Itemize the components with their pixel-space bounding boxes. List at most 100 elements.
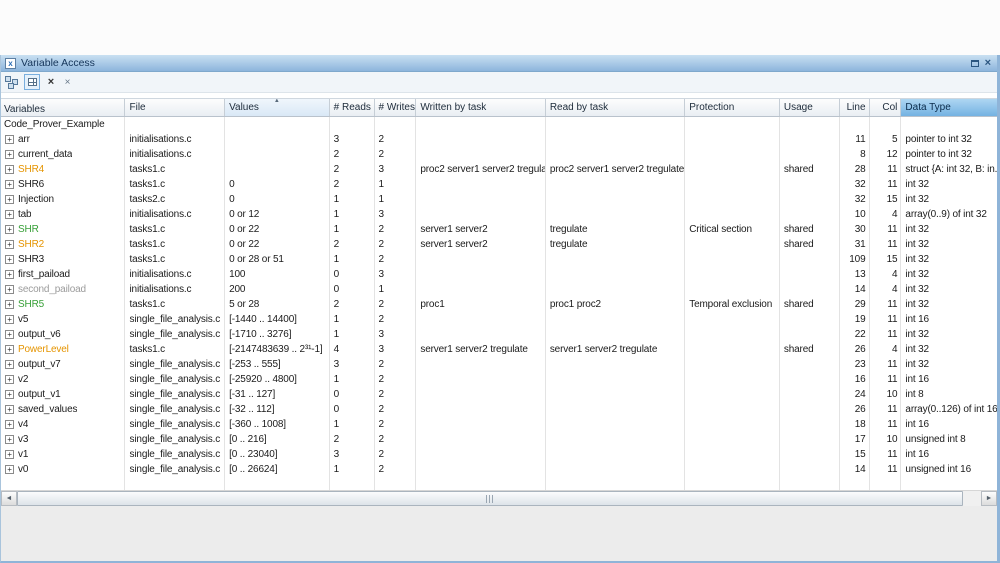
expand-icon[interactable]: + <box>5 225 14 234</box>
column-header-label: # Writes <box>379 102 416 113</box>
cell-data_type: int 32 <box>901 297 997 312</box>
close-window-button[interactable]: × <box>985 58 991 69</box>
expand-icon[interactable]: + <box>5 195 14 204</box>
table-row[interactable]: +SHR2tasks1.c0 or 2222server1 server2tre… <box>1 237 997 252</box>
table-row[interactable]: +SHR6tasks1.c0213211int 32 <box>1 177 997 192</box>
expand-icon[interactable]: + <box>5 465 14 474</box>
table-row[interactable]: +SHR4tasks1.c23proc2 server1 server2 tre… <box>1 162 997 177</box>
table-row[interactable]: +v3single_file_analysis.c[0 .. 216]22171… <box>1 432 997 447</box>
expand-icon[interactable]: + <box>5 420 14 429</box>
variable-name: output_v6 <box>18 327 61 342</box>
table-row[interactable]: +v5single_file_analysis.c[-1440 .. 14400… <box>1 312 997 327</box>
column-header-col[interactable]: Col <box>870 99 902 116</box>
cell-protection <box>685 417 780 432</box>
table-row[interactable]: +first_pailoadinitialisations.c10003134i… <box>1 267 997 282</box>
expand-icon[interactable]: + <box>5 345 14 354</box>
table-row[interactable]: +tabinitialisations.c0 or 1213104array(0… <box>1 207 997 222</box>
cell-file: single_file_analysis.c <box>125 387 225 402</box>
cell-read_by <box>546 327 685 342</box>
expand-icon[interactable]: + <box>5 240 14 249</box>
scrollbar-track[interactable] <box>17 491 981 506</box>
variable-name: output_v1 <box>18 387 61 402</box>
cell-writes: 3 <box>375 207 417 222</box>
cell-values: 0 or 22 <box>225 237 330 252</box>
expand-icon[interactable]: + <box>5 390 14 399</box>
table-row[interactable]: +output_v1single_file_analysis.c[-31 .. … <box>1 387 997 402</box>
expand-icon[interactable]: + <box>5 285 14 294</box>
cell-col: 11 <box>870 372 902 387</box>
expand-icon[interactable]: + <box>5 270 14 279</box>
table-row[interactable]: +SHR5tasks1.c5 or 2822proc1proc1 proc2Te… <box>1 297 997 312</box>
cell-data_type: unsigned int 16 <box>901 462 997 477</box>
table-row[interactable]: +saved_valuessingle_file_analysis.c[-32 … <box>1 402 997 417</box>
expand-icon[interactable]: + <box>5 435 14 444</box>
column-header-data_type[interactable]: Data Type <box>901 99 997 116</box>
expand-icon[interactable]: + <box>5 150 14 159</box>
cell-variables: +current_data <box>1 147 125 162</box>
expand-icon[interactable]: + <box>5 375 14 384</box>
expand-icon[interactable]: + <box>5 360 14 369</box>
scrollbar-thumb[interactable] <box>17 491 963 506</box>
table-row[interactable]: +current_datainitialisations.c22812point… <box>1 147 997 162</box>
cell-file: initialisations.c <box>125 147 225 162</box>
window-titlebar[interactable]: x Variable Access × <box>1 55 997 72</box>
expand-icon[interactable]: + <box>5 255 14 264</box>
expand-icon[interactable]: + <box>5 300 14 309</box>
expand-icon[interactable]: + <box>5 450 14 459</box>
table-row[interactable]: +SHRtasks1.c0 or 2212server1 server2treg… <box>1 222 997 237</box>
column-header-variables[interactable]: Variables <box>1 99 125 116</box>
cell-usage: shared <box>780 342 840 357</box>
table-row[interactable]: +Injectiontasks2.c0113215int 32 <box>1 192 997 207</box>
column-header-protection[interactable]: Protection <box>685 99 780 116</box>
column-header-written_by[interactable]: Written by task <box>416 99 545 116</box>
scroll-left-button[interactable]: ◄ <box>1 491 17 506</box>
table-row[interactable]: +v2single_file_analysis.c[-25920 .. 4800… <box>1 372 997 387</box>
cell-col: 11 <box>870 417 902 432</box>
column-header-label: Usage <box>784 102 813 113</box>
cell-data_type: unsigned int 8 <box>901 432 997 447</box>
expand-icon[interactable]: + <box>5 315 14 324</box>
cell-read_by <box>546 207 685 222</box>
expand-icon[interactable]: + <box>5 180 14 189</box>
expand-icon[interactable]: + <box>5 405 14 414</box>
clear-icon[interactable]: × <box>62 77 73 88</box>
expand-icon[interactable]: + <box>5 135 14 144</box>
table-row[interactable]: +output_v6single_file_analysis.c[-1710 .… <box>1 327 997 342</box>
table-row[interactable]: +SHR3tasks1.c0 or 28 or 511210915int 32 <box>1 252 997 267</box>
float-window-button[interactable] <box>971 60 979 67</box>
expand-icon[interactable]: + <box>5 165 14 174</box>
cell-data_type: int 32 <box>901 327 997 342</box>
scroll-right-button[interactable]: ► <box>981 491 997 506</box>
column-header-line[interactable]: Line <box>840 99 870 116</box>
table-row[interactable]: Code_Prover_Example <box>1 117 997 132</box>
cell-data_type: int 32 <box>901 252 997 267</box>
cell-written_by: server1 server2 <box>416 222 545 237</box>
table-view-icon[interactable] <box>24 74 40 90</box>
filler-cell <box>416 477 545 490</box>
table-row[interactable]: +second_pailoadinitialisations.c20001144… <box>1 282 997 297</box>
table-row[interactable]: +output_v7single_file_analysis.c[-253 ..… <box>1 357 997 372</box>
table-row[interactable]: +arrinitialisations.c32115pointer to int… <box>1 132 997 147</box>
column-header-writes[interactable]: # Writes <box>375 99 417 116</box>
column-header-usage[interactable]: Usage <box>780 99 840 116</box>
cell-usage <box>780 117 840 132</box>
cell-writes: 2 <box>375 132 417 147</box>
expand-icon[interactable]: + <box>5 330 14 339</box>
table-row[interactable]: +v1single_file_analysis.c[0 .. 23040]321… <box>1 447 997 462</box>
table-row[interactable]: +PowerLeveltasks1.c[-2147483639 .. 2³¹-1… <box>1 342 997 357</box>
cell-values: 0 or 28 or 51 <box>225 252 330 267</box>
cell-usage <box>780 267 840 282</box>
cell-variables: + output_v6 <box>1 327 125 342</box>
column-header-reads[interactable]: # Reads <box>330 99 375 116</box>
cell-values: [-1440 .. 14400] <box>225 312 330 327</box>
column-header-values[interactable]: Values▲ <box>225 99 330 116</box>
column-header-file[interactable]: File <box>125 99 225 116</box>
column-header-read_by[interactable]: Read by task <box>546 99 685 116</box>
horizontal-scrollbar[interactable]: ◄ ► <box>1 490 997 506</box>
close-icon[interactable]: × <box>45 76 57 88</box>
table-row[interactable]: +v4single_file_analysis.c[-360 .. 1008]1… <box>1 417 997 432</box>
table-row[interactable]: +v0single_file_analysis.c[0 .. 26624]121… <box>1 462 997 477</box>
expand-icon[interactable]: + <box>5 210 14 219</box>
access-graph-icon[interactable] <box>5 75 19 89</box>
variable-name: Injection <box>18 192 54 207</box>
